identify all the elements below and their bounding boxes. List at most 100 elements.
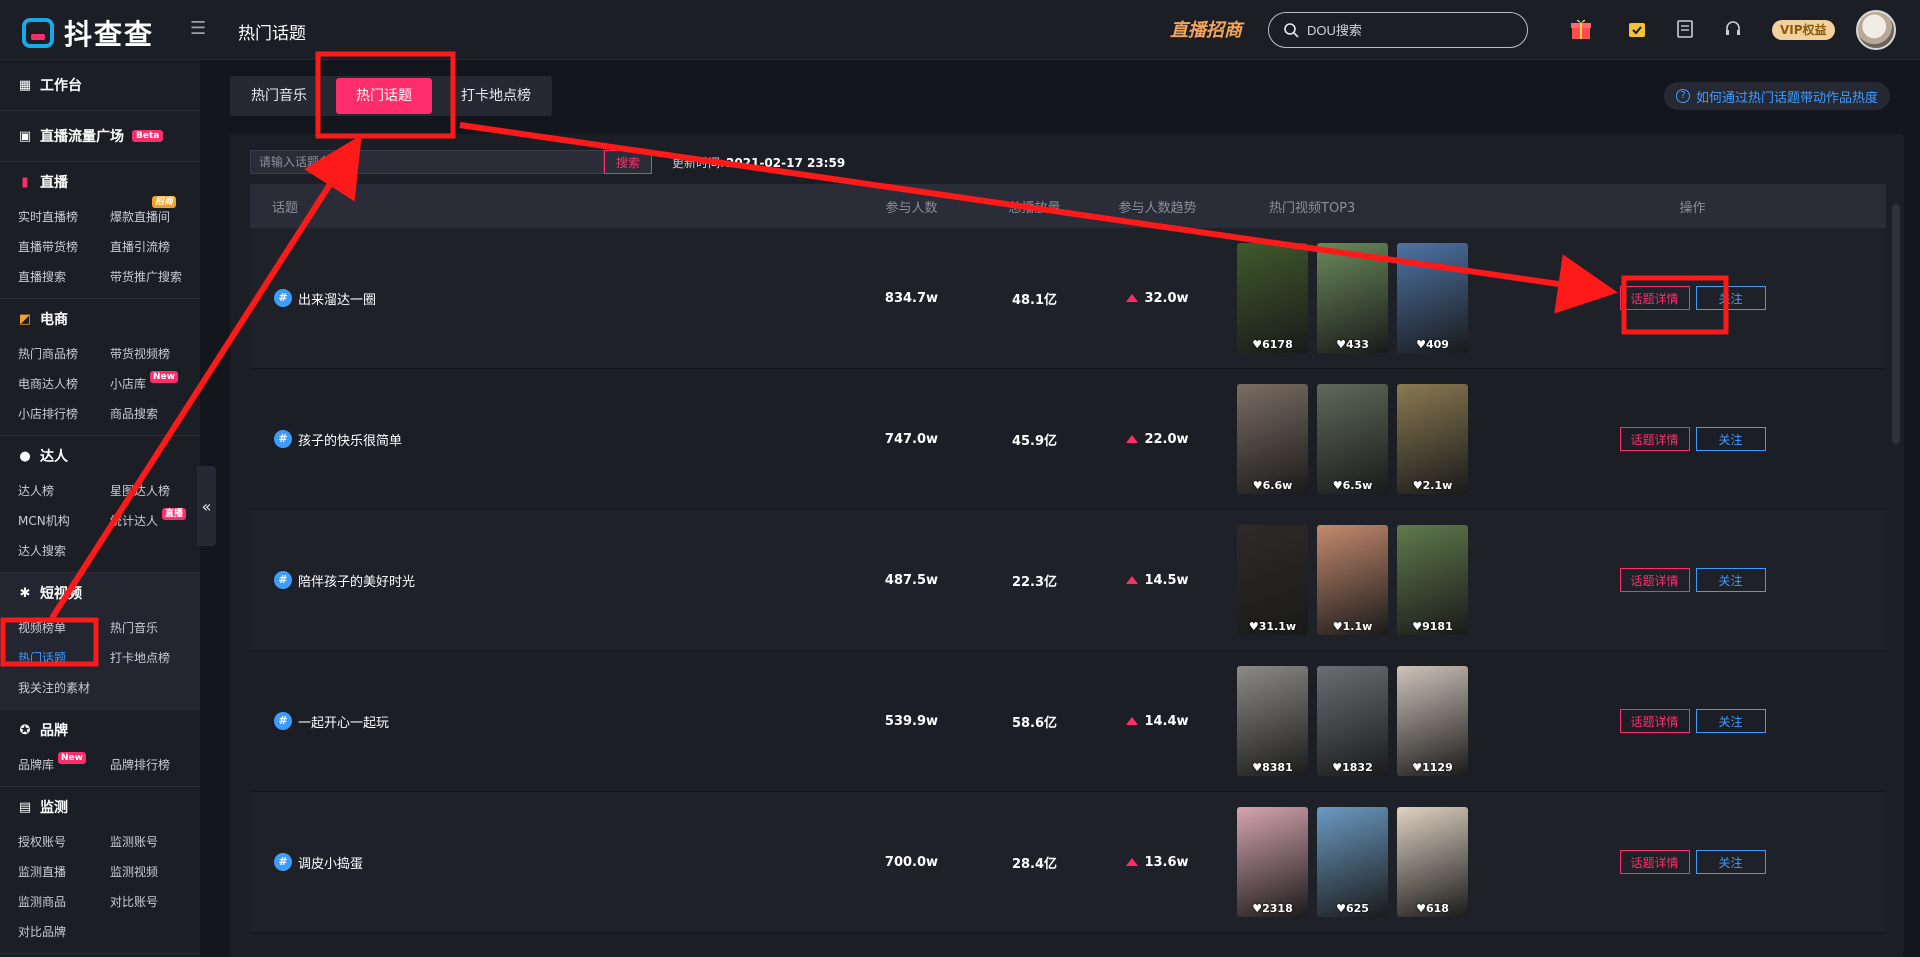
sidebar-item-live-traffic[interactable]: 直播引流榜 [110, 232, 200, 262]
sidebar-item-promo-search[interactable]: 带货推广搜索 [110, 262, 200, 292]
sidebar-item-hot-topics[interactable]: 热门话题 [18, 643, 110, 673]
logo[interactable]: 抖查查 [22, 13, 154, 53]
topic-detail-button[interactable]: 话题详情 [1619, 568, 1690, 592]
video-thumbnail[interactable]: ♥8381 [1237, 666, 1308, 776]
col-trend[interactable]: 参与人数趋势 [1096, 197, 1219, 216]
top-bar: 抖查查 ☰ 热门话题 直播招商 VIP权益 [0, 0, 1920, 60]
sidebar-item-influencer-rank[interactable]: 达人榜 [18, 476, 110, 506]
topic-name[interactable]: 出来溜达一圈 [298, 289, 376, 308]
sidebar-item-stats-influencers[interactable]: 统计达人 直播 [110, 506, 200, 536]
sidebar-item-hot-music[interactable]: 热门音乐 [110, 613, 200, 643]
sidebar-item-store-library[interactable]: 小店库 New [110, 369, 200, 399]
topic-cell[interactable]: # 出来溜达一圈 [250, 289, 850, 308]
sidebar-section-monitor: ▤ 监测 授权账号 监测账号 监测直播 监测视频 监测商品 对比账号 对比品牌 [0, 787, 200, 954]
follow-button[interactable]: 关注 [1695, 850, 1766, 874]
sidebar-item-workbench[interactable]: ▦ 工作台 [18, 60, 182, 110]
scrollbar[interactable] [1892, 204, 1900, 444]
vip-badge[interactable]: VIP权益 [1772, 20, 1835, 40]
topic-name[interactable]: 孩子的快乐很简单 [298, 430, 402, 449]
avatar[interactable] [1856, 10, 1896, 50]
sidebar-item-mcn[interactable]: MCN机构 [18, 506, 110, 536]
sidebar-item-hot-live[interactable]: 爆款直播间 招商 [110, 196, 200, 232]
beta-badge: Beta [132, 130, 164, 142]
video-thumbnail[interactable]: ♥2.1w [1397, 384, 1468, 494]
video-likes-value: 9181 [1422, 620, 1453, 633]
gift-icon[interactable] [1568, 16, 1594, 42]
tab-hot-music[interactable]: 热门音乐 [236, 76, 322, 116]
topic-search-button[interactable]: 搜索 [604, 150, 652, 174]
video-thumbnail[interactable]: ♥2318 [1237, 807, 1308, 917]
heart-icon: ♥ [1332, 761, 1343, 774]
search-input[interactable] [1307, 22, 1507, 38]
video-thumbnail[interactable]: ♥433 [1317, 243, 1388, 353]
col-plays[interactable]: 总播放量 [973, 197, 1096, 216]
sidebar-item-monitor-products[interactable]: 监测商品 [18, 887, 110, 917]
help-link[interactable]: ? 如何通过热门话题带动作品热度 [1663, 82, 1890, 110]
topic-cell[interactable]: # 陪伴孩子的美好时光 [250, 571, 850, 590]
menu-toggle-icon[interactable]: ☰ [190, 20, 212, 38]
collapse-sidebar-icon[interactable]: « [197, 466, 216, 546]
sidebar-item-store-rank[interactable]: 小店排行榜 [18, 399, 110, 429]
follow-button[interactable]: 关注 [1695, 286, 1766, 310]
sidebar-item-sales-videos[interactable]: 带货视频榜 [110, 339, 200, 369]
follow-button[interactable]: 关注 [1695, 427, 1766, 451]
video-thumbnail[interactable]: ♥31.1w [1237, 525, 1308, 635]
sidebar-item-brand-library[interactable]: 品牌库 New [18, 750, 110, 780]
video-thumbnail[interactable]: ♥1832 [1317, 666, 1388, 776]
sidebar-item-auth-accounts[interactable]: 授权账号 [18, 827, 110, 857]
topic-name[interactable]: 调皮小捣蛋 [298, 853, 363, 872]
sidebar-item-compare-accounts[interactable]: 对比账号 [110, 887, 200, 917]
follow-button[interactable]: 关注 [1695, 568, 1766, 592]
sidebar-item-video-rank[interactable]: 视频榜单 [18, 613, 110, 643]
follow-button[interactable]: 关注 [1695, 709, 1766, 733]
video-thumbnail[interactable]: ♥6.6w [1237, 384, 1308, 494]
video-thumbnail[interactable]: ♥409 [1397, 243, 1468, 353]
tab-checkin-places[interactable]: 打卡地点榜 [446, 76, 546, 116]
sidebar-item-hot-products[interactable]: 热门商品榜 [18, 339, 110, 369]
topic-detail-button[interactable]: 话题详情 [1619, 427, 1690, 451]
sidebar-item-live-square[interactable]: ▣ 直播流量广场 Beta [18, 111, 182, 161]
video-thumbnail[interactable]: ♥6.5w [1317, 384, 1388, 494]
search-box[interactable] [1268, 12, 1528, 48]
video-thumbnail[interactable]: ♥1129 [1397, 666, 1468, 776]
topic-detail-button[interactable]: 话题详情 [1619, 286, 1690, 310]
sidebar-item-product-search[interactable]: 商品搜索 [110, 399, 200, 429]
col-participants[interactable]: 参与人数 [850, 197, 973, 216]
topic-detail-button[interactable]: 话题详情 [1619, 850, 1690, 874]
topic-name[interactable]: 陪伴孩子的美好时光 [298, 571, 415, 590]
sidebar-item-influencer-search[interactable]: 达人搜索 [18, 536, 110, 566]
sidebar-item-monitor-videos[interactable]: 监测视频 [110, 857, 200, 887]
topic-cell[interactable]: # 孩子的快乐很简单 [250, 430, 850, 449]
video-thumbnail[interactable]: ♥625 [1317, 807, 1388, 917]
video-likes: ♥625 [1317, 902, 1388, 915]
heart-icon: ♥ [1252, 479, 1263, 492]
trend-cell: 14.4w [1096, 714, 1219, 729]
video-thumbnail[interactable]: ♥9181 [1397, 525, 1468, 635]
sidebar-item-live-search[interactable]: 直播搜索 [18, 262, 110, 292]
live-promo-link[interactable]: 直播招商 [1170, 16, 1242, 42]
topic-detail-button[interactable]: 话题详情 [1619, 709, 1690, 733]
video-thumbnail[interactable]: ♥6178 [1237, 243, 1308, 353]
video-thumbnail[interactable]: ♥618 [1397, 807, 1468, 917]
document-icon[interactable] [1672, 16, 1698, 42]
headset-icon[interactable] [1720, 16, 1746, 42]
sidebar-item-brand-rank[interactable]: 品牌排行榜 [110, 750, 200, 780]
sidebar-item-live-sales[interactable]: 直播带货榜 [18, 232, 110, 262]
grid-icon: ▦ [18, 77, 32, 93]
tab-hot-topics[interactable]: 热门话题 [336, 78, 432, 114]
sidebar-item-ecom-influencers[interactable]: 电商达人榜 [18, 369, 110, 399]
sidebar-item-compare-brands[interactable]: 对比品牌 [18, 917, 110, 947]
topic-search-input[interactable] [250, 150, 604, 174]
sidebar-item-followed-materials[interactable]: 我关注的素材 [18, 673, 110, 703]
video-thumbnail[interactable]: ♥1.1w [1317, 525, 1388, 635]
sidebar-item-checkin-places[interactable]: 打卡地点榜 [110, 643, 200, 673]
sidebar-item-monitor-live[interactable]: 监测直播 [18, 857, 110, 887]
sidebar-item-monitor-accounts[interactable]: 监测账号 [110, 827, 200, 857]
checkin-icon[interactable] [1624, 16, 1650, 42]
sidebar-section-live: ▮ 直播 实时直播榜 爆款直播间 招商 直播带货榜 直播引流榜 直播搜索 带货推广… [0, 162, 200, 299]
sidebar-item-xingtu-rank[interactable]: 星图达人榜 [110, 476, 200, 506]
sidebar-item-realtime-live[interactable]: 实时直播榜 [18, 202, 110, 232]
topic-name[interactable]: 一起开心一起玩 [298, 712, 389, 731]
topic-cell[interactable]: # 调皮小捣蛋 [250, 853, 850, 872]
topic-cell[interactable]: # 一起开心一起玩 [250, 712, 850, 731]
